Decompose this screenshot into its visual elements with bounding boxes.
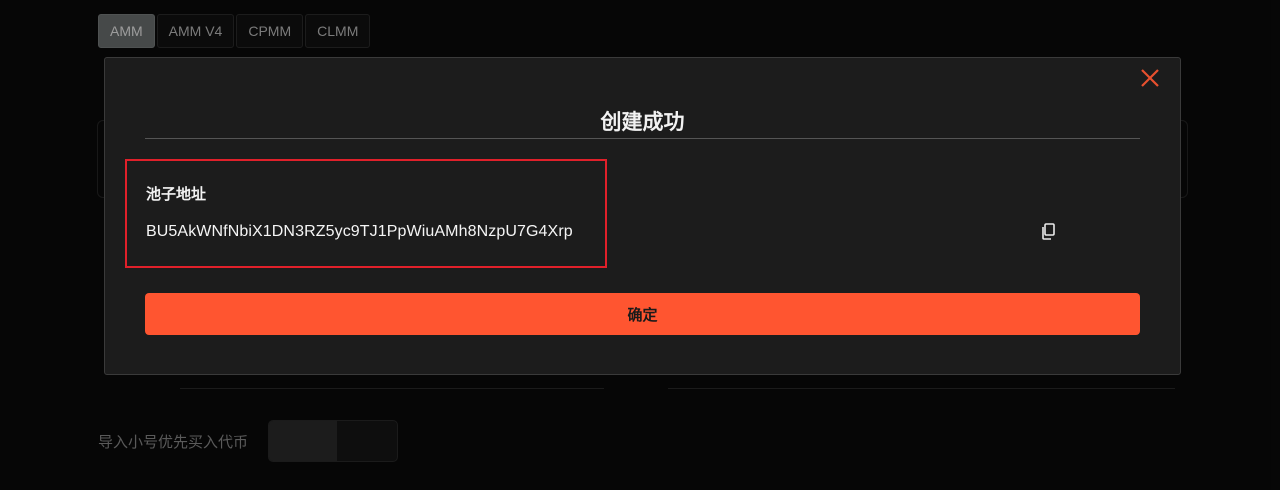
address-highlight-box — [125, 159, 607, 268]
copy-button[interactable] — [1040, 223, 1056, 241]
page: AMM AMM V4 CPMM CLMM 导入小号优先买入代币 创建成功 池子地… — [0, 0, 1280, 490]
close-button[interactable] — [1138, 66, 1162, 90]
pool-address-label: 池子地址 — [146, 186, 207, 203]
dialog-title: 创建成功 — [600, 111, 685, 134]
confirm-button[interactable]: 确定 — [145, 293, 1140, 335]
close-icon — [1141, 69, 1159, 87]
title-divider — [145, 138, 1140, 139]
success-dialog: 创建成功 池子地址 BU5AkWNfNbiX1DN3RZ5yc9TJ1PpWiu… — [104, 57, 1181, 375]
pool-address-value: BU5AkWNfNbiX1DN3RZ5yc9TJ1PpWiuAMh8NzpU7G… — [146, 223, 573, 240]
copy-icon — [1042, 223, 1055, 240]
